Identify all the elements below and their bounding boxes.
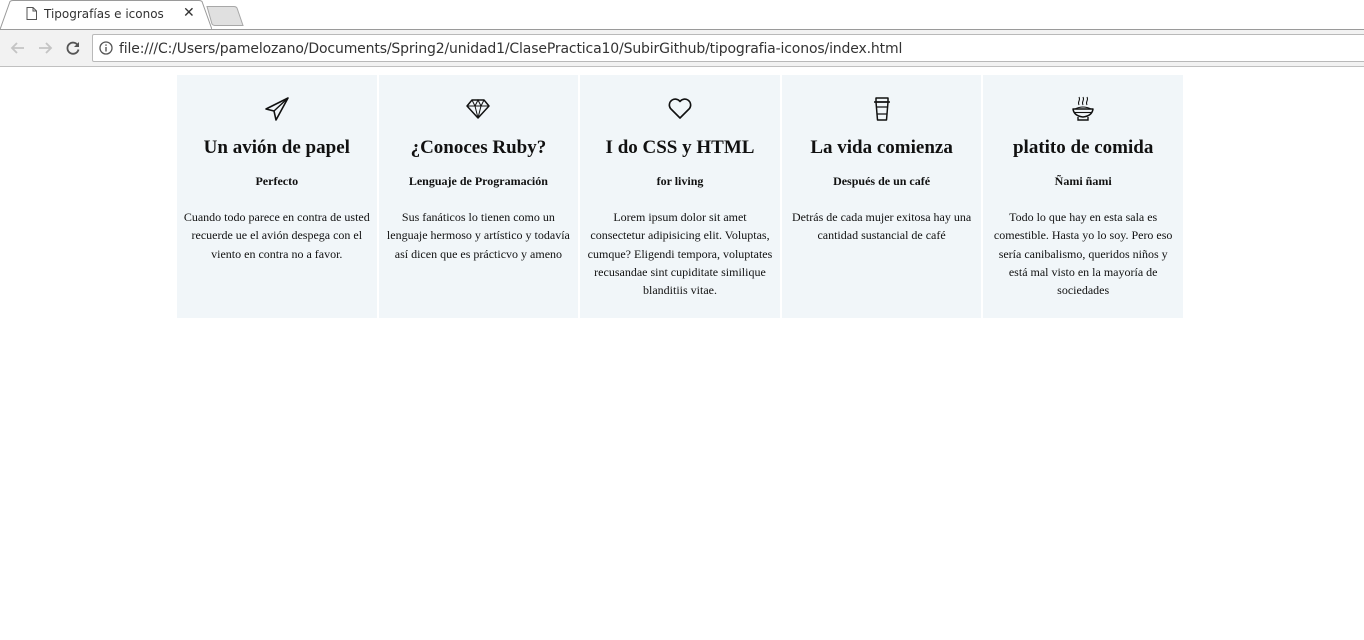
card-paper-plane: Un avión de papel Perfecto Cuando todo p… [177,75,377,318]
food-bowl-icon [989,95,1177,123]
coffee-cup-icon [788,95,976,123]
card-subtitle: for living [656,174,704,188]
card-food: platito de comida Ñami ñami Todo lo que … [983,75,1183,318]
paper-plane-icon [183,95,371,123]
card-title: ¿Conoces Ruby? [410,137,547,158]
card-coffee: La vida comienza Después de un café Detr… [781,75,982,318]
card-text: Lorem ipsum dolor sit amet consectetur a… [587,210,773,298]
card-css-html: I do CSS y HTML for living Lorem ipsum d… [580,75,780,318]
card-title: Un avión de papel [203,137,350,158]
card-title: La vida comienza [810,137,953,158]
new-tab-button[interactable] [206,6,246,26]
heart-icon [586,95,774,123]
card-ruby: ¿Conoces Ruby? Lenguaje de Programación … [378,75,579,318]
card-text: Detrás de cada mujer exitosa hay una can… [791,210,972,243]
page-icon [26,7,37,25]
card-title: I do CSS y HTML [605,137,755,158]
card-text: Todo lo que hay en esta sala es comestib… [993,210,1173,298]
tab-close-icon[interactable]: ✕ [183,5,195,21]
tab-title: Tipografías e iconos [44,7,164,21]
cards-row: Un avión de papel Perfecto Cuando todo p… [177,75,1183,318]
card-text: Sus fanáticos lo tienen como un lenguaje… [386,210,570,261]
browser-toolbar: file:///C:/Users/pamelozano/Documents/Sp… [0,29,1364,67]
address-bar[interactable]: file:///C:/Users/pamelozano/Documents/Sp… [92,34,1364,62]
card-subtitle: Perfecto [255,174,299,188]
reload-icon[interactable] [63,38,83,58]
back-arrow-icon[interactable] [8,38,28,58]
card-subtitle: Después de un café [833,174,931,188]
diamond-icon [385,95,573,123]
card-subtitle: Lenguaje de Programación [408,174,548,188]
info-icon[interactable] [99,41,113,60]
card-text: Cuando todo parece en contra de usted re… [183,210,370,261]
url-text[interactable]: file:///C:/Users/pamelozano/Documents/Sp… [119,41,902,57]
card-title: platito de comida [1012,137,1154,158]
tab-strip: Tipografías e iconos ✕ [0,0,1364,30]
card-subtitle: Ñami ñami [1054,174,1112,188]
forward-arrow-icon[interactable] [35,38,55,58]
